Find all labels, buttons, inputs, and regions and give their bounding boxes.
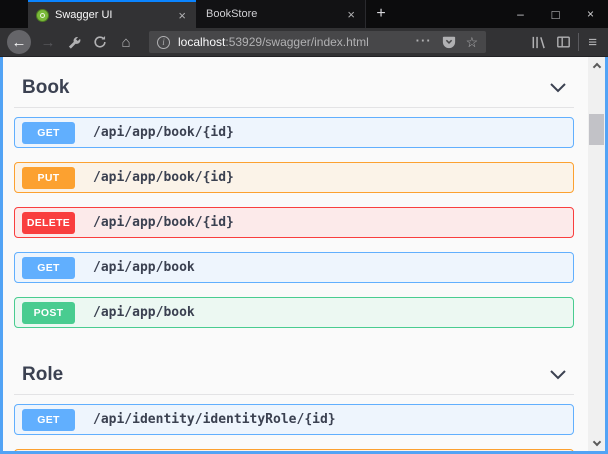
endpoint-row[interactable]: GET /api/identity/identityRole/{id} xyxy=(14,404,574,435)
bookmark-star-icon[interactable]: ☆ xyxy=(466,34,479,51)
endpoint-path: /api/app/book/{id} xyxy=(93,170,234,185)
http-method-badge: GET xyxy=(22,122,75,144)
minimize-button[interactable]: – xyxy=(503,0,538,28)
url-text[interactable]: localhost:53929/swagger/index.html xyxy=(178,35,369,49)
hamburger-menu-icon[interactable]: ≡ xyxy=(588,34,597,51)
home-icon[interactable]: ⌂ xyxy=(113,30,139,54)
tab-title: BookStore xyxy=(206,8,345,20)
section-title: Book xyxy=(22,77,70,99)
endpoint-path: /api/app/book xyxy=(93,305,195,320)
section-header-role[interactable]: Role xyxy=(14,342,574,395)
navigation-toolbar: ← → ⌂ i localhost:53929/swagger/index.ht… xyxy=(0,28,608,57)
chevron-down-icon[interactable] xyxy=(550,370,566,380)
tab-close-icon[interactable]: × xyxy=(176,8,188,23)
maximize-button[interactable]: □ xyxy=(538,0,573,28)
scroll-down-icon[interactable] xyxy=(588,435,605,451)
close-button[interactable]: × xyxy=(573,0,608,28)
endpoint-row[interactable]: PUT /api/identity/identityRole/{id} xyxy=(14,449,574,451)
endpoint-path: /api/app/book/{id} xyxy=(93,215,234,230)
url-host: localhost xyxy=(178,35,225,49)
http-method-badge: GET xyxy=(22,257,75,279)
swagger-page: Book GET /api/app/book/{id} PUT /api/app… xyxy=(3,57,588,451)
address-bar[interactable]: i localhost:53929/swagger/index.html ···… xyxy=(149,31,486,53)
chevron-down-icon[interactable] xyxy=(550,83,566,93)
endpoint-row[interactable]: GET /api/app/book/{id} xyxy=(14,117,574,148)
sidebar-toggle-icon[interactable] xyxy=(556,35,571,49)
endpoint-row[interactable]: PUT /api/app/book/{id} xyxy=(14,162,574,193)
endpoint-row[interactable]: POST /api/app/book xyxy=(14,297,574,328)
titlebar-drag-area xyxy=(396,0,503,28)
endpoint-path: /api/app/book/{id} xyxy=(93,125,234,140)
section-header-book[interactable]: Book xyxy=(14,71,574,108)
pocket-icon[interactable] xyxy=(442,35,456,49)
titlebar: Swagger UI × BookStore × + – □ × xyxy=(0,0,608,28)
site-info-icon[interactable]: i xyxy=(157,36,170,49)
wrench-icon[interactable] xyxy=(61,30,87,54)
forward-button[interactable]: → xyxy=(35,30,61,54)
toolbar-right-icons: ≡ xyxy=(530,33,601,51)
tabbar-left-spacer xyxy=(0,0,28,28)
refresh-icon[interactable] xyxy=(87,30,113,54)
toolbar-separator xyxy=(578,33,579,51)
endpoint-path: /api/app/book xyxy=(93,260,195,275)
scrollbar-thumb[interactable] xyxy=(589,114,604,145)
page-content: Book GET /api/app/book/{id} PUT /api/app… xyxy=(0,57,608,454)
endpoint-path: /api/identity/identityRole/{id} xyxy=(93,412,336,427)
http-method-badge: DELETE xyxy=(22,212,75,234)
back-button[interactable]: ← xyxy=(7,30,31,54)
vertical-scrollbar[interactable] xyxy=(588,57,605,451)
tab-close-icon[interactable]: × xyxy=(345,7,357,22)
endpoint-row[interactable]: DELETE /api/app/book/{id} xyxy=(14,207,574,238)
new-tab-button[interactable]: + xyxy=(366,0,396,28)
scroll-up-icon[interactable] xyxy=(588,57,605,73)
http-method-badge: POST xyxy=(22,302,75,324)
http-method-badge: GET xyxy=(22,409,75,431)
endpoint-row[interactable]: GET /api/app/book xyxy=(14,252,574,283)
browser-window: Swagger UI × BookStore × + – □ × ← → ⌂ i… xyxy=(0,0,608,454)
swagger-favicon-icon xyxy=(36,9,49,22)
tab-title: Swagger UI xyxy=(55,9,176,21)
url-path: :53929/swagger/index.html xyxy=(225,35,368,49)
tab-bookstore[interactable]: BookStore × xyxy=(196,0,366,28)
http-method-badge: PUT xyxy=(22,167,75,189)
library-icon[interactable] xyxy=(530,35,546,50)
page-actions-icon[interactable]: ··· xyxy=(416,33,432,48)
window-controls: – □ × xyxy=(503,0,608,28)
tab-swagger-ui[interactable]: Swagger UI × xyxy=(28,0,196,28)
section-title: Role xyxy=(22,364,63,386)
